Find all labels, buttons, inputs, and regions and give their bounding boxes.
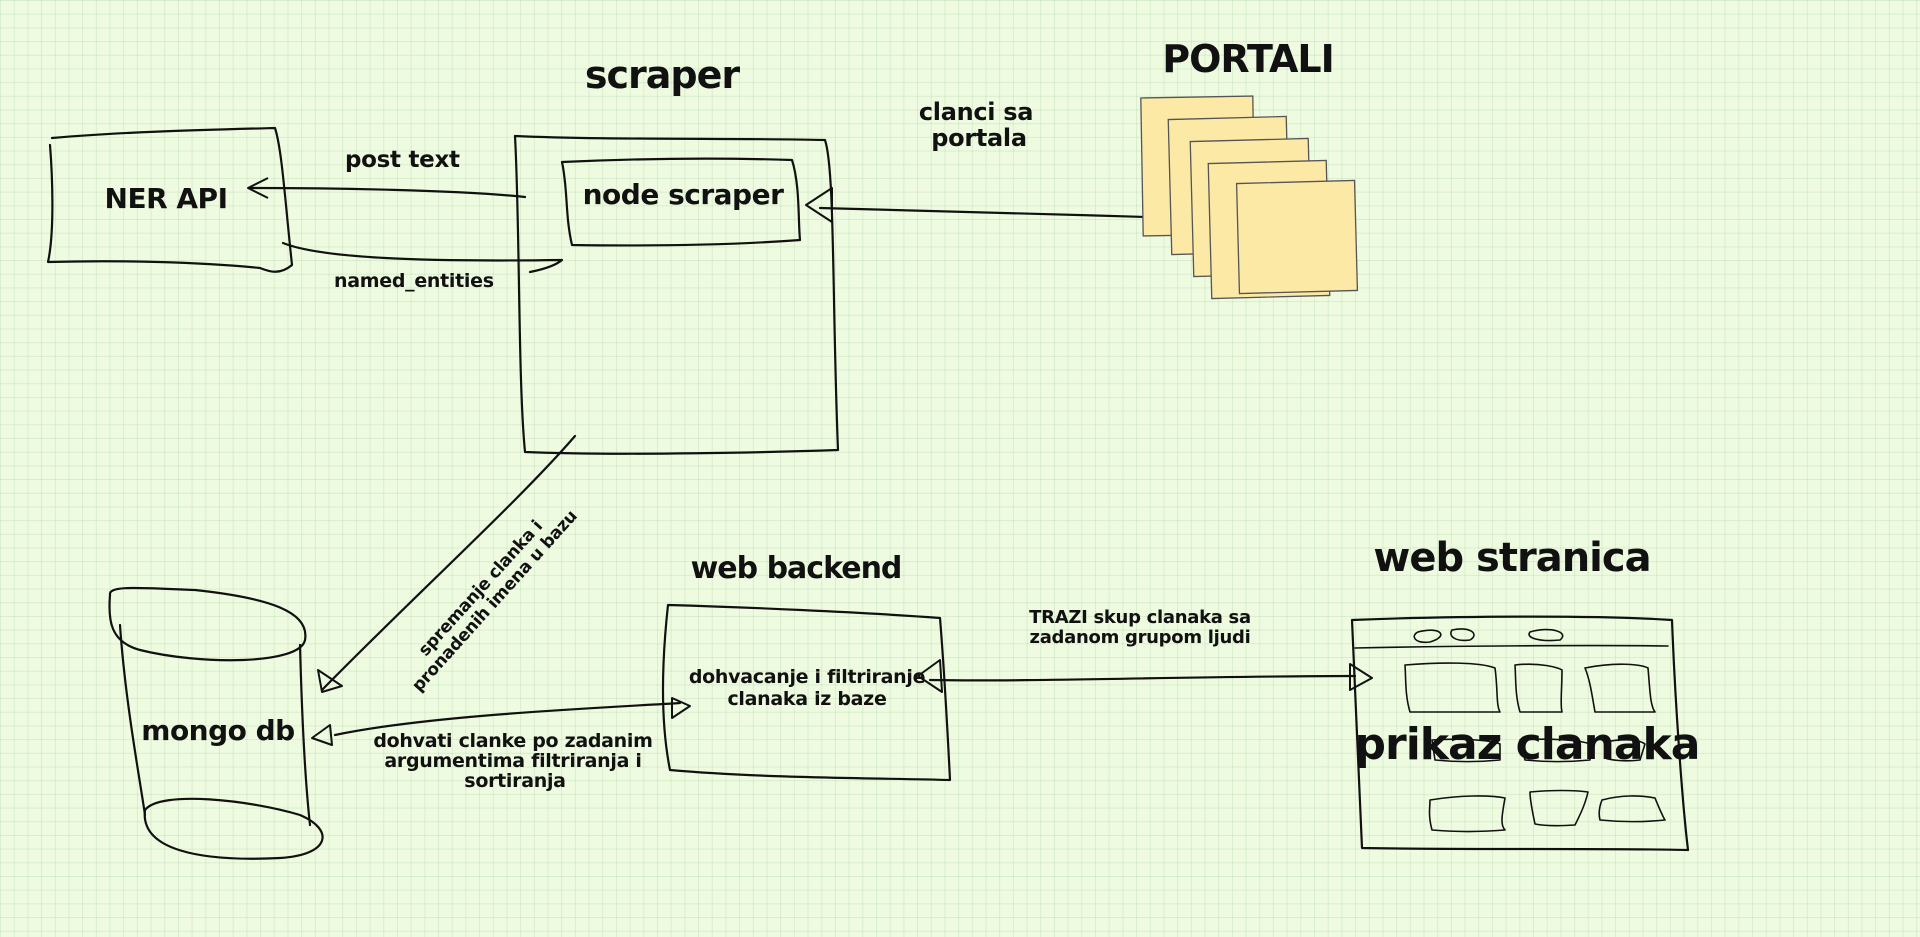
- mongo-db-label: mongo db: [141, 714, 295, 747]
- dohvati-label-line2: argumentima filtriranja i: [384, 750, 642, 772]
- post-text-label: post text: [345, 147, 460, 173]
- node-scraper-label: node scraper: [582, 178, 784, 211]
- dohvati-label-line1: dohvati clanke po zadanim: [373, 730, 653, 752]
- backend-desc-line2: clanaka iz baze: [727, 688, 887, 710]
- clanci-label-line2: portala: [931, 124, 1027, 152]
- portali-arrow: [818, 206, 1182, 220]
- web-backend-title: web backend: [690, 551, 903, 586]
- portali-stack[interactable]: [1140, 95, 1359, 300]
- backend-desc-line1: dohvacanje i filtriranje: [688, 666, 926, 688]
- web-page-content-label: prikaz clanaka: [1354, 719, 1701, 770]
- trazi-label-line2: zadanom grupom ljudi: [1029, 627, 1251, 648]
- portali-arrowhead-left: [805, 187, 833, 223]
- dohvati-arrowhead-backend: [671, 697, 691, 719]
- clanci-label-line1: clanci sa: [918, 98, 1034, 126]
- named-entities-label: named_entities: [334, 270, 494, 292]
- ner-api-label: NER API: [104, 182, 228, 215]
- scraper-title: scraper: [584, 53, 740, 97]
- dohvati-arrowhead-mongo: [311, 724, 333, 746]
- web-stranica-title: web stranica: [1373, 535, 1651, 581]
- trazi-label-line1: TRAZI skup clanaka sa: [1029, 607, 1251, 628]
- trazi-arrow: [928, 674, 1357, 682]
- portali-title: PORTALI: [1162, 37, 1334, 81]
- dohvati-label-line3: sortiranja: [464, 770, 566, 792]
- post-text-arrow: [248, 186, 527, 199]
- named-entities-arrow: [281, 241, 564, 274]
